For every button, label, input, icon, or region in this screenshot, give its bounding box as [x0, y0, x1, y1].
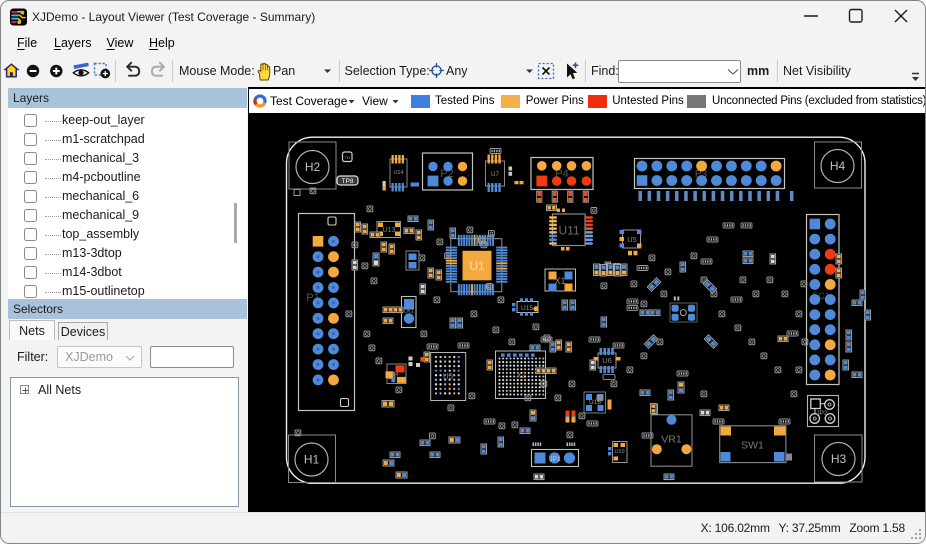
svg-text:H4: H4 — [830, 159, 846, 173]
svg-text:U5: U5 — [627, 235, 637, 244]
svg-text:VR1: VR1 — [661, 434, 682, 446]
svg-text:JP1: JP1 — [549, 456, 561, 463]
svg-text:U13: U13 — [383, 227, 396, 234]
svg-text:X2: X2 — [516, 371, 526, 380]
svg-text:LK1: LK1 — [404, 309, 414, 315]
svg-text:H1: H1 — [304, 453, 320, 467]
svg-text:U7: U7 — [491, 172, 499, 178]
svg-text:U11: U11 — [558, 224, 579, 238]
svg-text:H3: H3 — [831, 452, 847, 466]
svg-text:U1: U1 — [469, 259, 485, 273]
svg-text:U15: U15 — [521, 305, 533, 312]
svg-text:TH: TH — [344, 155, 349, 160]
svg-text:H2: H2 — [305, 160, 321, 174]
svg-text:U16: U16 — [589, 399, 601, 406]
svg-text:U4: U4 — [392, 372, 399, 378]
svg-text:U6: U6 — [602, 356, 612, 365]
svg-text:U14: U14 — [393, 170, 403, 176]
svg-text:TP8: TP8 — [342, 178, 354, 185]
svg-text:JP2: JP2 — [816, 410, 828, 417]
svg-text:U10: U10 — [614, 449, 624, 455]
svg-text:SW1: SW1 — [741, 440, 764, 452]
